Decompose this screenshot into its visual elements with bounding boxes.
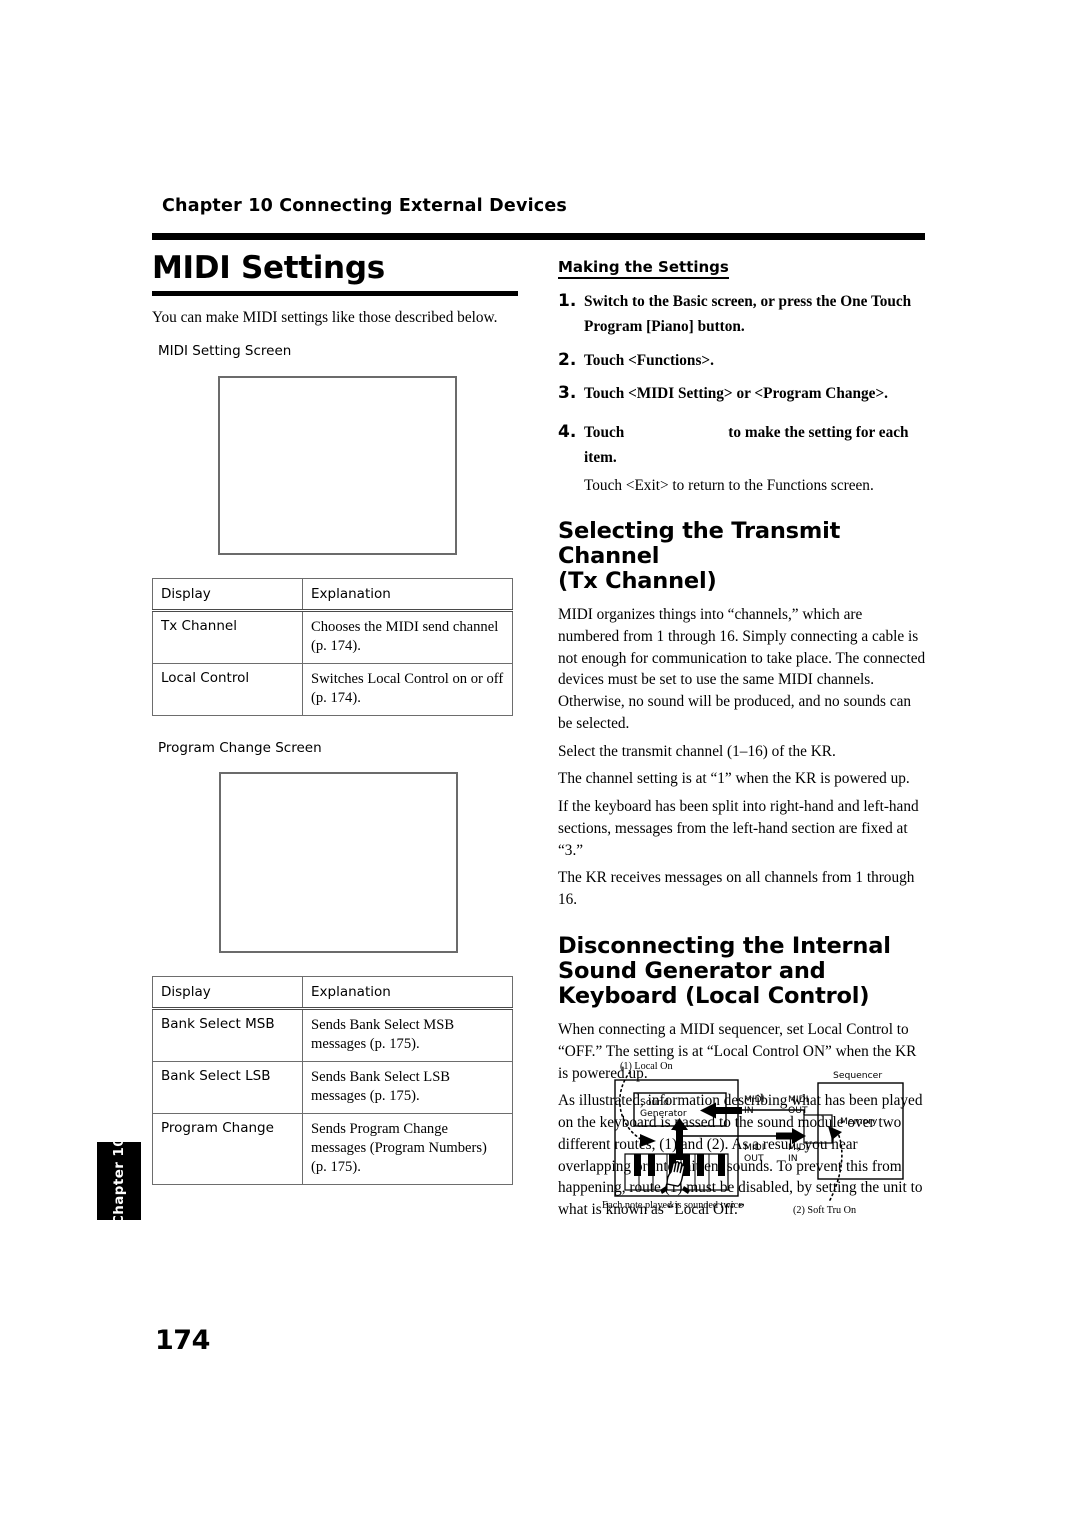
running-header-chapter-title: Chapter 10 Connecting External Devices [162,196,568,216]
program-change-screen-caption: Program Change Screen [158,740,322,757]
section-heading-line-1: Selecting the Transmit Channel [558,517,841,569]
table-header-display: Display [152,578,303,613]
intro-paragraph: You can make MIDI settings like those de… [152,309,498,327]
figure-label-sequencer: Sequencer [833,1070,882,1081]
page-title-rule [152,291,518,297]
table-header-display: Display [152,976,303,1011]
figure-label-midi-out-left-2: OUT [744,1153,764,1164]
step-number: 3. [558,383,577,404]
figure-label-midi-in-1: MIDI [744,1094,764,1105]
table-cell-term: Bank Select LSB [152,1061,303,1114]
paragraph: MIDI organizes things into “channels,” w… [558,606,926,732]
section-heading-line-1: Disconnecting the Internal [558,932,891,959]
dotted-pointer-local-on-head [640,1134,656,1147]
table-header-row: Display Explanation [152,578,513,613]
table-header-row: Display Explanation [152,976,513,1011]
program-change-screen-image [219,772,458,954]
table-cell-explanation: Sends Bank Select LSB messages (p. 175). [302,1061,513,1114]
step-number: 1. [558,291,577,311]
chapter-side-tab: Chapter 10 [97,1137,141,1225]
table-row: Tx Channel Chooses the MIDI send channel… [152,610,513,665]
making-the-settings-heading: Making the Settings [558,258,729,279]
dotted-pointer-local-on [619,1071,643,1141]
step-text: Touch <MIDI Setting> or <Program Change>… [584,385,888,403]
step-text-after-icon: to make the setting for each item. [584,424,909,466]
step-text: Touch <Functions>. [584,351,714,369]
midi-setting-table: Display Explanation Tx Channel Chooses t… [152,578,513,717]
figure-label-midi-out-left-1: MIDI [744,1142,764,1153]
midi-setting-screen-image [218,376,457,556]
chapter-side-tab-label: Chapter 10 [111,1136,127,1226]
table-row: Program Change Sends Program Change mess… [152,1112,513,1185]
table-cell-explanation: Chooses the MIDI send channel (p. 174). [302,610,513,665]
section-heading-local-control: Disconnecting the Internal Sound Generat… [558,932,926,1010]
local-control-diagram: .fsans { font-family: "DejaVu Sans", san… [590,1058,926,1233]
figure-label-midi-in-right-2: IN [788,1153,798,1164]
figure-label-midi-in-right-1: MIDI [788,1142,808,1153]
step-text: Switch to the Basic screen, or press the… [584,293,912,335]
procedure-step: 3. Touch <MIDI Setting> or <Program Chan… [558,382,926,407]
table-header-explanation: Explanation [302,578,513,613]
paragraph: The KR receives messages on all channels… [558,869,915,908]
figure-label-sound-generator-1: Sound [640,1097,669,1108]
program-change-table: Display Explanation Bank Select MSB Send… [152,976,513,1185]
arrow-to-sound-generator [700,1102,742,1119]
step-text-before-icon: Touch [584,424,625,442]
paragraph: The channel setting is at “1” when the K… [558,770,910,788]
section-heading-transmit-channel: Selecting the Transmit Channel (Tx Chann… [558,517,926,595]
procedure-step: 1. Switch to the Basic screen, or press … [558,290,926,340]
table-cell-explanation: Sends Bank Select MSB messages (p. 175). [302,1008,513,1062]
section-heading-line-2: (Tx Channel) [558,568,717,595]
table-row: Local Control Switches Local Control on … [152,663,513,717]
paragraph: Select the transmit channel (1–16) of th… [558,742,836,760]
document-page: Chapter 10 Connecting External Devices M… [0,0,1080,1528]
section-heading-line-3: Keyboard (Local Control) [558,983,870,1010]
step-note: Touch <Exit> to return to the Functions … [584,476,874,494]
step-number: 4. [558,422,577,443]
section-heading-line-2: Sound Generator and [558,957,826,984]
table-cell-term: Program Change [152,1112,303,1185]
header-divider-rule [152,233,925,240]
page-number: 174 [155,1325,210,1356]
procedure-step: 2. Touch <Functions>. [558,349,926,374]
table-cell-term: Local Control [152,663,303,717]
left-column: MIDI Settings You can make MIDI settings… [152,250,520,1185]
table-row: Bank Select MSB Sends Bank Select MSB me… [152,1008,513,1062]
figure-label-memory: Memory [840,1116,878,1127]
table-row: Bank Select LSB Sends Bank Select LSB me… [152,1061,513,1114]
midi-setting-screen-caption: MIDI Setting Screen [158,343,292,360]
figure-label-soft-thru: (2) Soft Tru On [793,1205,856,1216]
dotted-pointer-soft-thru-head [828,1126,842,1140]
step-number: 2. [558,349,577,370]
procedure-step: 4. Touch to make the setting for each ite… [558,421,926,497]
figure-label-midi-out-right-1: MIDI [788,1094,808,1105]
figure-label-local-on: (1) Local On [620,1061,673,1072]
figure-label-sound-generator-2: Generator [640,1108,687,1119]
procedure-step-list: 1. Switch to the Basic screen, or press … [558,290,926,497]
step-text: Touch to make the setting for each item. … [584,421,926,497]
paragraph: If the keyboard has been split into righ… [558,798,919,859]
table-cell-explanation: Switches Local Control on or off (p. 174… [302,663,513,717]
page-title: MIDI Settings [152,250,385,286]
figure-caption: Each note played is sounded twice [602,1200,743,1211]
table-cell-term: Bank Select MSB [152,1008,303,1062]
table-cell-term: Tx Channel [152,610,303,665]
table-cell-explanation: Sends Program Change messages (Program N… [302,1112,513,1185]
table-header-explanation: Explanation [302,976,513,1011]
